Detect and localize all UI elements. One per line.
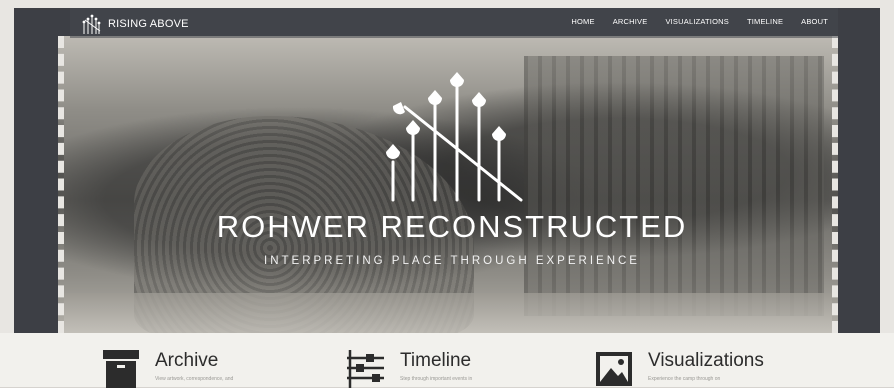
feature-timeline-desc: Step through important events in	[400, 376, 473, 382]
nav-about[interactable]: ABOUT	[801, 17, 828, 26]
archive-box-icon	[103, 350, 139, 388]
hero-foliage-right	[524, 56, 824, 316]
nav-timeline[interactable]: TIMELINE	[747, 17, 783, 26]
feature-visualizations[interactable]: Visualizations Experience the camp throu…	[594, 348, 808, 388]
hero-title: ROHWER RECONSTRUCTED	[216, 209, 688, 244]
timeline-icon	[347, 350, 384, 388]
nav-visualizations[interactable]: VISUALIZATIONS	[665, 17, 729, 26]
rohwer-emblem-icon	[386, 72, 523, 202]
rising-above-logo-icon	[82, 14, 101, 34]
feature-archive-desc: View artwork, correspondence, and	[155, 376, 234, 382]
feature-timeline[interactable]: Timeline Step through important events i…	[346, 348, 560, 388]
feature-timeline-title: Timeline	[400, 350, 472, 371]
feature-visualizations-title: Visualizations	[648, 350, 764, 371]
feature-visualizations-desc: Experience the camp through on	[648, 376, 721, 382]
nav-archive[interactable]: ARCHIVE	[613, 17, 648, 26]
nav-home[interactable]: HOME	[571, 17, 594, 26]
hero-path	[64, 293, 832, 333]
feature-archive[interactable]: Archive View artwork, correspondence, an…	[101, 348, 315, 388]
brand-name: RISING ABOVE	[108, 18, 189, 30]
main-nav: HOME ARCHIVE VISUALIZATIONS TIMELINE ABO…	[571, 17, 828, 26]
image-icon	[596, 352, 632, 386]
hero-subtitle: INTERPRETING PLACE THROUGH EXPERIENCE	[264, 255, 640, 267]
feature-archive-title: Archive	[155, 350, 219, 371]
brand[interactable]: RISING ABOVE	[80, 13, 189, 35]
